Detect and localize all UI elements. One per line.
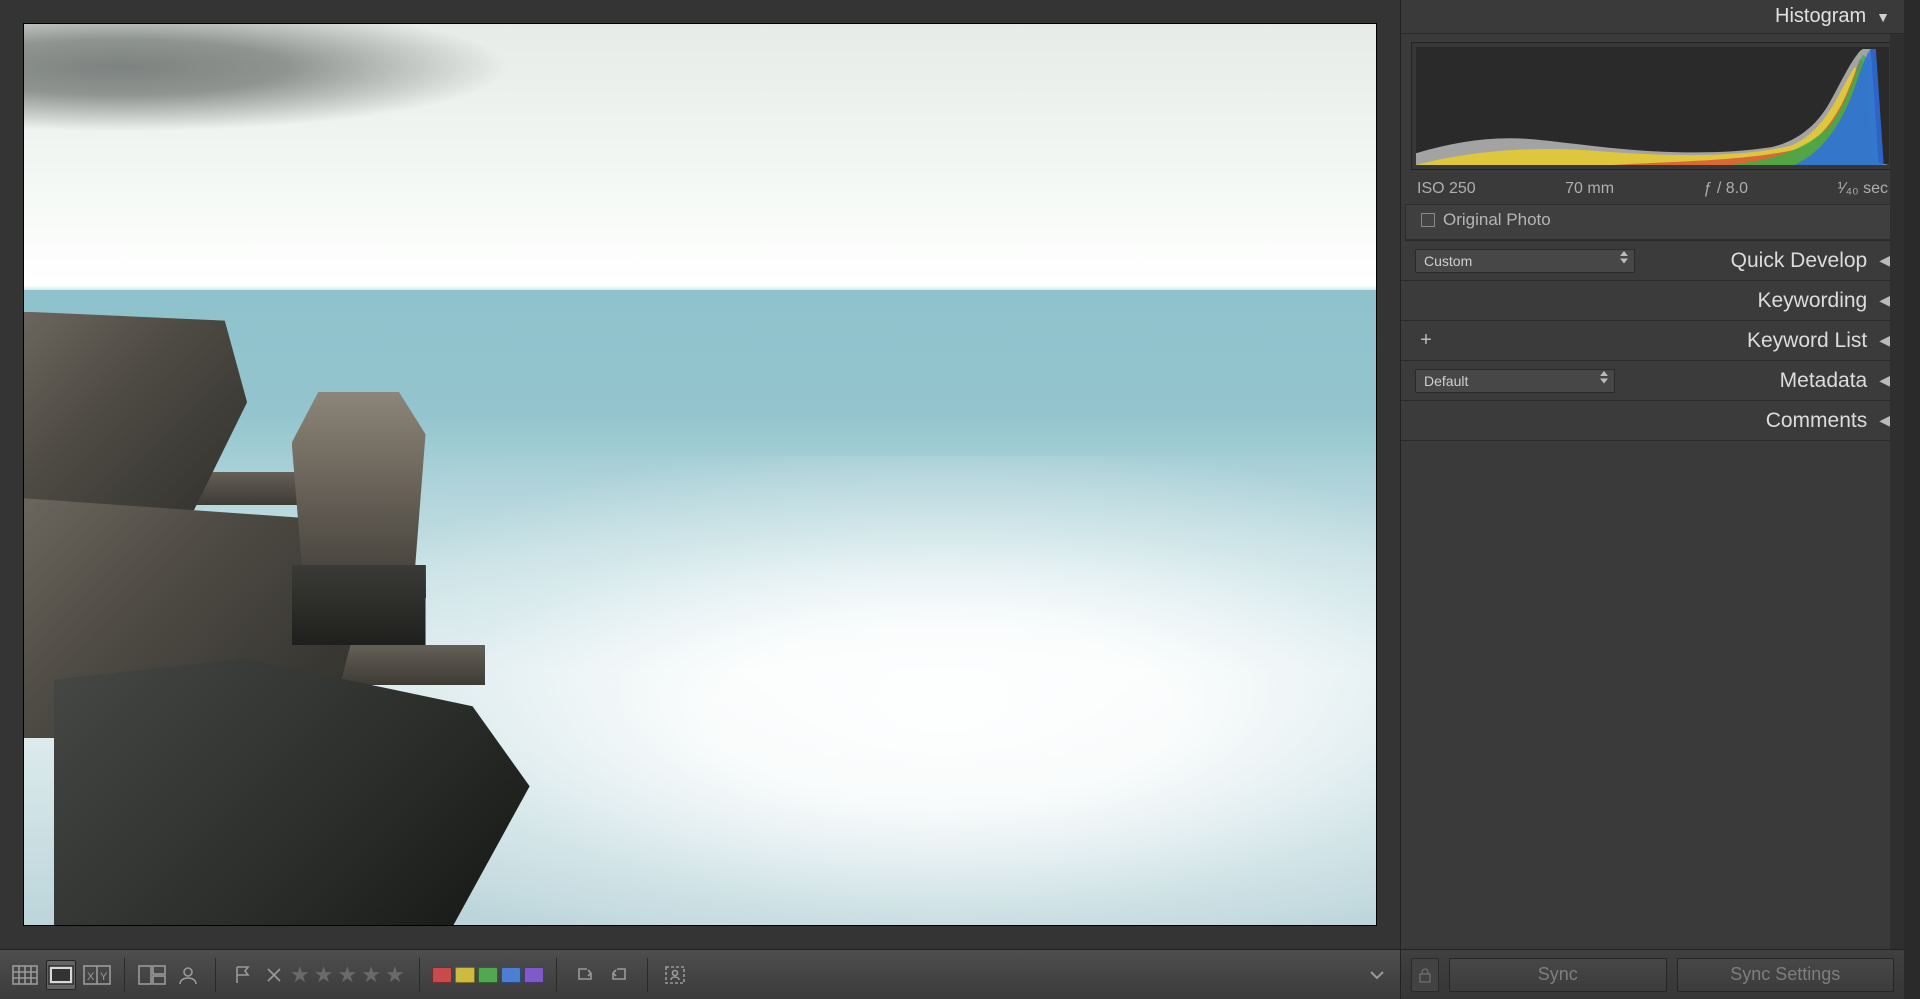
toolbar: XY ★★★★★ bbox=[0, 949, 1400, 999]
original-photo-label: Original Photo bbox=[1443, 210, 1551, 230]
collapse-icon: ▼ bbox=[1876, 9, 1890, 25]
grid-view-button[interactable] bbox=[10, 960, 40, 990]
star-2[interactable]: ★ bbox=[314, 962, 336, 988]
image-viewport bbox=[0, 0, 1400, 949]
original-photo-row[interactable]: Original Photo bbox=[1405, 204, 1900, 241]
comments-label: Comments bbox=[1766, 409, 1868, 433]
people-view-button[interactable] bbox=[173, 960, 203, 990]
label-blue[interactable] bbox=[501, 967, 521, 983]
quick-develop-label: Quick Develop bbox=[1731, 249, 1868, 273]
original-photo-checkbox[interactable] bbox=[1421, 213, 1435, 227]
chevron-left-icon: ◀ bbox=[1879, 252, 1890, 269]
histogram[interactable] bbox=[1411, 42, 1894, 170]
rotate-cw-button[interactable] bbox=[605, 960, 635, 990]
rotate-ccw-button[interactable] bbox=[569, 960, 599, 990]
star-4[interactable]: ★ bbox=[361, 962, 383, 988]
color-labels bbox=[432, 967, 544, 983]
flag-pick-button[interactable] bbox=[228, 960, 258, 990]
meta-iso: ISO 250 bbox=[1417, 180, 1476, 198]
section-comments[interactable]: Comments ◀ bbox=[1401, 401, 1904, 441]
section-metadata[interactable]: Default Metadata ◀ bbox=[1401, 361, 1904, 401]
face-region-button[interactable] bbox=[660, 960, 690, 990]
chevron-left-icon: ◀ bbox=[1879, 372, 1890, 389]
meta-aperture: ƒ / 8.0 bbox=[1704, 180, 1748, 198]
chevron-left-icon: ◀ bbox=[1879, 412, 1890, 429]
rating-stars[interactable]: ★★★★★ bbox=[290, 962, 407, 988]
right-panel-footer: Sync Sync Settings bbox=[1401, 949, 1904, 999]
chevron-left-icon: ◀ bbox=[1879, 332, 1890, 349]
svg-text:X: X bbox=[87, 971, 95, 983]
flag-reject-button[interactable] bbox=[264, 960, 284, 990]
quick-develop-preset-value: Custom bbox=[1424, 253, 1472, 269]
sync-lock-button[interactable] bbox=[1411, 958, 1439, 992]
quick-develop-preset-dropdown[interactable]: Custom bbox=[1415, 249, 1635, 273]
rocks bbox=[24, 258, 768, 925]
loupe-view-button[interactable] bbox=[46, 960, 76, 990]
svg-text:Y: Y bbox=[100, 971, 108, 983]
chevron-left-icon: ◀ bbox=[1879, 292, 1890, 309]
section-keywording[interactable]: Keywording ◀ bbox=[1401, 281, 1904, 321]
toolbar-menu-button[interactable] bbox=[1364, 962, 1390, 988]
right-panel: Histogram ▼ ISO 250 70 mm ƒ / 8.0 ¹⁄₄₀ s… bbox=[1400, 0, 1904, 999]
photo-preview[interactable] bbox=[24, 24, 1376, 925]
metadata-preset-dropdown[interactable]: Default bbox=[1415, 369, 1615, 393]
metadata-preset-value: Default bbox=[1424, 373, 1468, 389]
main-column: XY ★★★★★ bbox=[0, 0, 1400, 999]
exposure-meta: ISO 250 70 mm ƒ / 8.0 ¹⁄₄₀ sec bbox=[1401, 176, 1904, 204]
label-red[interactable] bbox=[432, 967, 452, 983]
right-edge-gutter bbox=[1904, 0, 1920, 999]
survey-view-button[interactable] bbox=[137, 960, 167, 990]
histogram-title: Histogram bbox=[1775, 5, 1866, 28]
cloud bbox=[24, 24, 511, 132]
compare-view-button[interactable]: XY bbox=[82, 960, 112, 990]
sync-settings-button[interactable]: Sync Settings bbox=[1677, 958, 1895, 992]
meta-focal: 70 mm bbox=[1565, 180, 1614, 198]
keyword-list-label: Keyword List bbox=[1747, 329, 1867, 353]
star-1[interactable]: ★ bbox=[290, 962, 312, 988]
section-keyword-list[interactable]: + Keyword List ◀ bbox=[1401, 321, 1904, 361]
meta-shutter: ¹⁄₄₀ sec bbox=[1837, 180, 1888, 198]
label-yellow[interactable] bbox=[455, 967, 475, 983]
right-panel-scrollbar[interactable] bbox=[1890, 34, 1904, 949]
histogram-header[interactable]: Histogram ▼ bbox=[1401, 0, 1904, 34]
label-green[interactable] bbox=[478, 967, 498, 983]
star-5[interactable]: ★ bbox=[385, 962, 407, 988]
sync-button[interactable]: Sync bbox=[1449, 958, 1667, 992]
section-quick-develop[interactable]: Custom Quick Develop ◀ bbox=[1401, 241, 1904, 281]
metadata-label: Metadata bbox=[1780, 369, 1868, 393]
star-3[interactable]: ★ bbox=[337, 962, 359, 988]
label-purple[interactable] bbox=[524, 967, 544, 983]
add-keyword-button[interactable]: + bbox=[1415, 329, 1437, 352]
keywording-label: Keywording bbox=[1757, 289, 1867, 313]
